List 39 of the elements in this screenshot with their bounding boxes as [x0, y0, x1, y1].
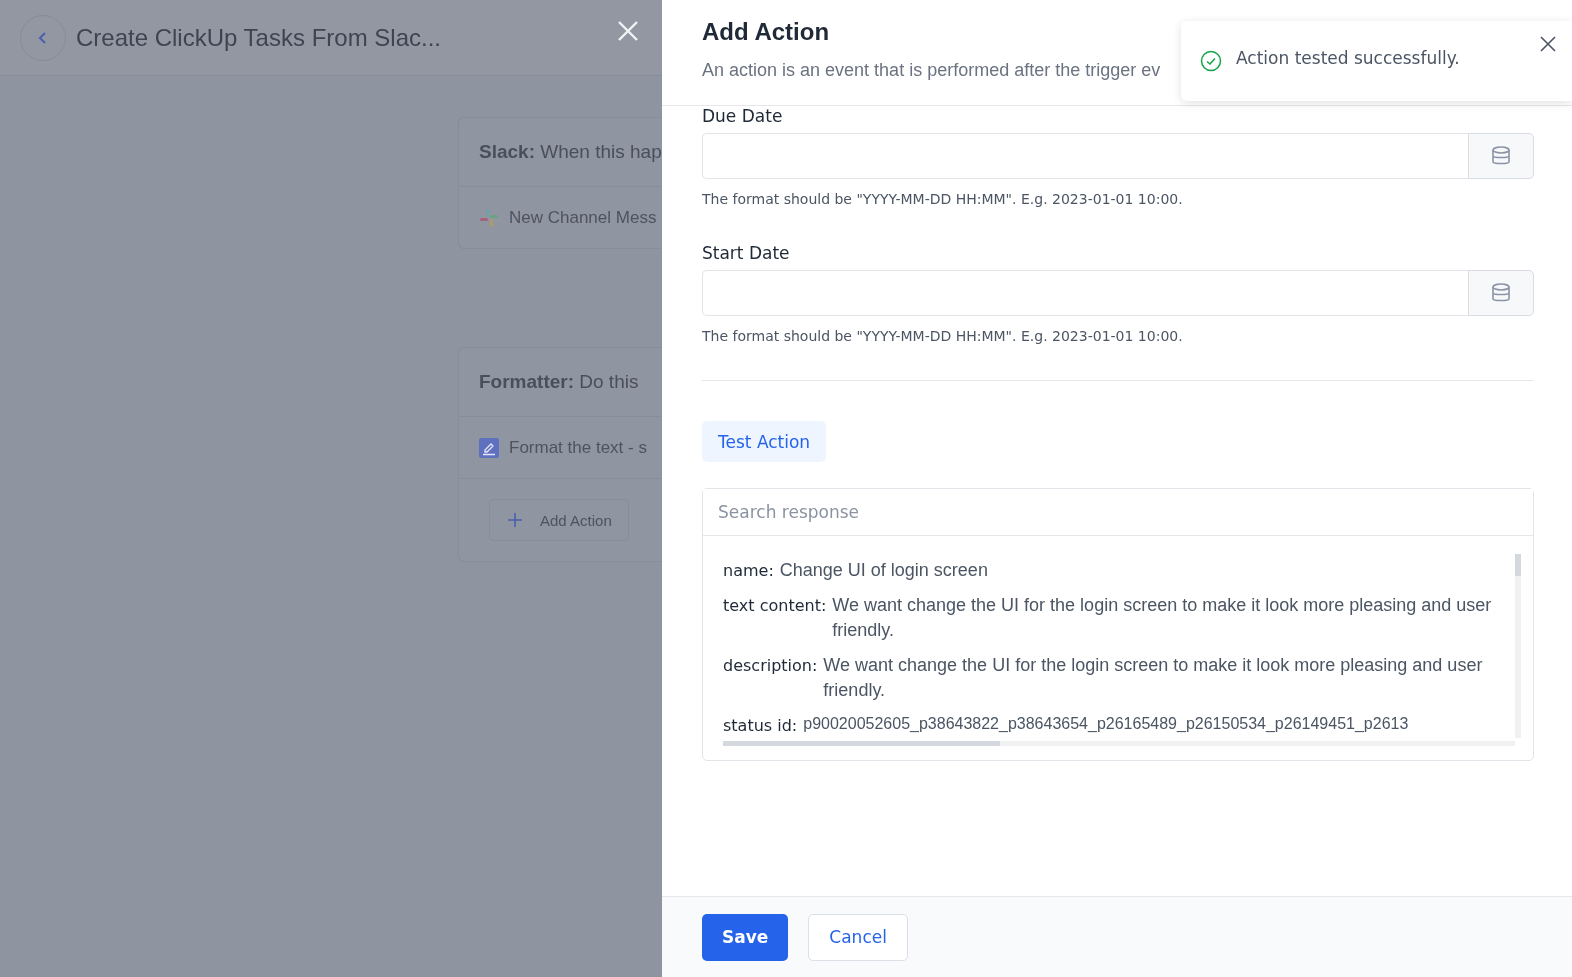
- response-value: Change UI of login screen: [779, 559, 989, 582]
- date-input[interactable]: [702, 270, 1468, 316]
- close-icon[interactable]: [1540, 36, 1556, 52]
- field-label: Start Date: [702, 243, 791, 263]
- format-hint: The format should be "YYYY-MM-DD HH:MM". E.g. 2023-01-01 10:00.: [702, 328, 1184, 344]
- database-icon: [1491, 282, 1511, 304]
- response-key: name:: [723, 558, 774, 583]
- chevron-left-icon: [37, 30, 49, 45]
- step-title: Formatter: Do this: [479, 371, 639, 393]
- plus-icon: [508, 513, 522, 527]
- toast-message: Action tested successfully.: [1236, 48, 1460, 68]
- panel-title: Add Action: [702, 18, 831, 46]
- panel-description: An action is an event that is performed after the trigger ev: [702, 60, 1161, 81]
- response-key: description:: [723, 653, 818, 703]
- response-value: We want change the UI for the login screen to make it look more pleasing and user friendly.: [823, 654, 1484, 702]
- step-title: Slack: When this hap: [479, 141, 662, 163]
- step-event: Format the text - s: [509, 437, 647, 458]
- search-field[interactable]: Search response: [703, 489, 1533, 536]
- horizontal-scrollbar[interactable]: [723, 741, 1515, 746]
- test-action-button[interactable]: Test Action: [702, 421, 827, 462]
- response-key: text content:: [723, 593, 827, 643]
- format-hint: The format should be "YYYY-MM-DD HH:MM". E.g. 2023-01-01 10:00.: [702, 191, 1184, 207]
- response-key: status id:: [723, 713, 798, 738]
- response-value: p90020052605_p38643822_p38643654_p26165489_p26150534_p26149451_p2613: [803, 714, 1410, 734]
- save-button[interactable]: Save: [702, 913, 789, 961]
- database-icon: [1491, 145, 1511, 167]
- cancel-button[interactable]: Cancel: [808, 913, 908, 961]
- date-input[interactable]: [702, 133, 1468, 179]
- step-event: New Channel Mess: [509, 207, 657, 228]
- hash-logo-icon: [479, 207, 499, 228]
- check-circle-icon: [1200, 50, 1222, 72]
- data-picker-button[interactable]: [1468, 270, 1534, 316]
- edit-icon: [479, 437, 499, 458]
- data-picker-button[interactable]: [1468, 133, 1534, 179]
- field-label: Due Date: [702, 106, 784, 126]
- vertical-scrollbar[interactable]: [1515, 554, 1521, 738]
- workflow-title: Create ClickUp Tasks From Slac...: [76, 23, 441, 52]
- add-action-button[interactable]: Add Action: [489, 499, 629, 541]
- response-value: We want change the UI for the login screen to make it look more pleasing and user friendly.: [832, 594, 1493, 642]
